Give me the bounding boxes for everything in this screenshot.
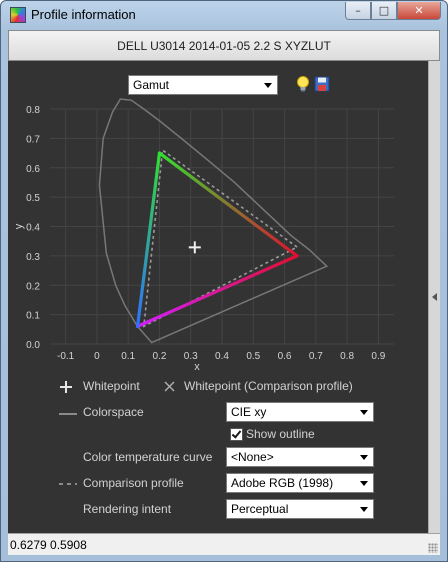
y-tick-label: 0.1 — [26, 311, 40, 322]
show-outline-checkbox[interactable] — [230, 428, 243, 441]
y-tick-label: 0.3 — [26, 252, 40, 263]
gamut-edge-blue-green — [135, 151, 162, 328]
x-tick-label: 0.5 — [246, 351, 260, 362]
y-tick-label: 0.5 — [26, 193, 40, 204]
y-tick-label: 0.2 — [26, 281, 40, 292]
panel-splitter[interactable] — [428, 61, 440, 533]
cross-icon — [164, 381, 175, 392]
whitepoint-comparison-legend-label: Whitepoint (Comparison profile) — [184, 379, 353, 393]
colorspace-label: Colorspace — [83, 405, 144, 419]
y-axis-label: y — [13, 223, 25, 229]
y-tick-label: 0.6 — [26, 164, 40, 175]
chevron-down-icon — [360, 455, 368, 460]
resize-grip-icon[interactable] — [428, 543, 438, 553]
x-tick-label: 0 — [94, 351, 100, 362]
x-tick-label: 0.2 — [153, 351, 167, 362]
solid-line-icon — [59, 413, 77, 415]
gamut-edge-red-blue — [135, 254, 299, 328]
close-button[interactable]: ✕ — [397, 2, 441, 20]
rendering-intent-select-value: Perceptual — [231, 502, 289, 516]
comparison-profile-select[interactable]: Adobe RGB (1998) — [226, 473, 374, 493]
window-title: Profile information — [31, 7, 136, 22]
checkmark-icon — [231, 428, 242, 439]
color-temperature-select-value: <None> — [231, 450, 274, 464]
colorspace-outline — [98, 98, 329, 344]
view-select[interactable]: Gamut — [128, 75, 278, 95]
x-tick-label: 0.1 — [121, 351, 135, 362]
colorspace-select[interactable]: CIE xy — [226, 402, 374, 422]
view-select-value: Gamut — [133, 78, 170, 92]
floppy-disk-icon[interactable] — [314, 76, 330, 92]
chevron-left-icon[interactable] — [432, 293, 437, 301]
cursor-coordinates: 0.6279 0.5908 — [10, 538, 87, 552]
x-tick-label: 0.9 — [371, 351, 385, 362]
title-bar[interactable]: Profile information – □ ✕ — [1, 1, 447, 30]
window-controls: – □ ✕ — [345, 2, 441, 20]
plus-icon — [60, 381, 72, 393]
x-tick-label: -0.1 — [57, 351, 75, 362]
y-tick-label: 0.4 — [26, 223, 40, 234]
comparison-profile-select-value: Adobe RGB (1998) — [231, 476, 334, 490]
rendering-intent-label: Rendering intent — [83, 502, 172, 516]
profile-name-header: DELL U3014 2014-01-05 2.2 S XYZLUT — [8, 30, 440, 61]
gamut-panel: Gamut -0.1 0 0.1 0.2 0.3 0.4 0.5 0.6 0.7 0.8 0.9 0.… — [8, 61, 428, 533]
x-tick-label: 0.7 — [309, 351, 323, 362]
gamut-chart: -0.1 0 0.1 0.2 0.3 0.4 0.5 0.6 0.7 0.8 0.9 0.0 0.1 0.… — [13, 98, 394, 373]
chevron-down-icon — [360, 410, 368, 415]
color-temperature-select[interactable]: <None> — [226, 447, 374, 467]
app-icon — [10, 7, 26, 23]
color-temperature-label: Color temperature curve — [83, 450, 213, 464]
x-tick-label: 0.6 — [278, 351, 292, 362]
colorspace-select-value: CIE xy — [231, 405, 267, 419]
show-outline-label: Show outline — [246, 427, 315, 441]
x-tick-label: 0.4 — [215, 351, 229, 362]
whitepoint-legend-label: Whitepoint — [83, 379, 140, 393]
dashed-line-icon — [59, 483, 77, 485]
x-axis-label: x — [194, 361, 200, 373]
status-bar: 0.6279 0.5908 — [8, 533, 440, 555]
minimize-button[interactable]: – — [345, 2, 371, 20]
y-tick-label: 0.0 — [26, 340, 40, 351]
x-tick-label: 0.8 — [340, 351, 354, 362]
gamut-edge-green-red — [157, 151, 299, 258]
comparison-profile-label: Comparison profile — [83, 476, 184, 490]
y-tick-label: 0.8 — [26, 105, 40, 116]
chevron-down-icon — [360, 507, 368, 512]
chevron-down-icon — [264, 83, 272, 88]
rendering-intent-select[interactable]: Perceptual — [226, 499, 374, 519]
y-tick-label: 0.7 — [26, 134, 40, 145]
lightbulb-icon[interactable] — [295, 75, 311, 93]
maximize-button[interactable]: □ — [371, 2, 397, 20]
chevron-down-icon — [360, 481, 368, 486]
